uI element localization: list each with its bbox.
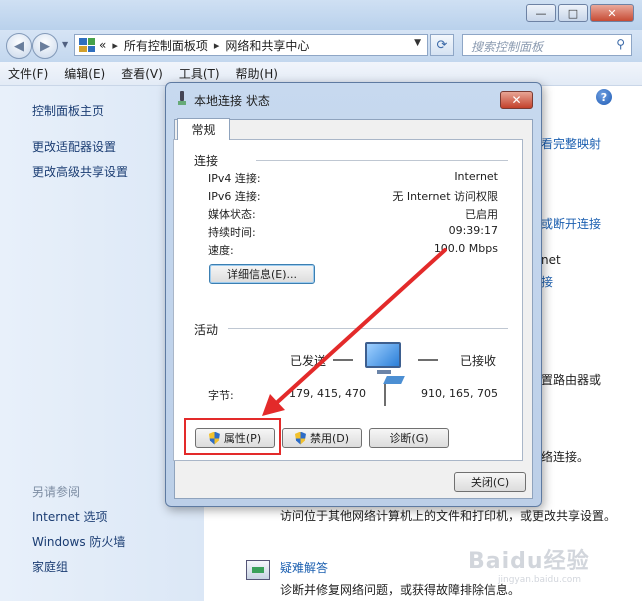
breadcrumb-overflow[interactable]: « xyxy=(99,38,106,52)
view-full-map-link[interactable]: 看完整映射 xyxy=(541,135,601,152)
connect-or-disconnect-link[interactable]: 或断开连接 xyxy=(541,215,601,232)
ipv4-label: IPv4 连接: xyxy=(208,172,261,185)
chevron-down-icon[interactable]: ▼ xyxy=(414,38,421,48)
homegroup-link[interactable]: 家庭组 xyxy=(32,558,68,575)
menu-help[interactable]: 帮助(H) xyxy=(234,65,280,82)
media-state-value: 已启用 xyxy=(465,208,498,221)
duration-value: 09:39:17 xyxy=(448,224,498,237)
duration-label: 持续时间: xyxy=(208,226,256,239)
troubleshoot-icon xyxy=(246,560,270,580)
troubleshoot-link[interactable]: 疑难解答 xyxy=(280,559,328,576)
local-connection-link[interactable]: 接 xyxy=(541,273,553,290)
ipv6-value: 无 Internet 访问权限 xyxy=(392,190,498,203)
breadcrumb-network-center[interactable]: 网络和共享中心 xyxy=(225,37,309,54)
menu-file[interactable]: 文件(F) xyxy=(6,65,50,82)
watermark: Baidu经验 jingyan.baidu.com xyxy=(468,543,590,585)
connect-network-text: 络连接。 xyxy=(541,450,590,464)
control-panel-home-link[interactable]: 控制面板主页 xyxy=(32,102,104,119)
network-activity-icon xyxy=(365,342,405,386)
connection-group-label: 连接 xyxy=(194,154,219,168)
close-button-label: 关闭(C) xyxy=(470,476,510,489)
setup-router-text: 置路由器或 xyxy=(541,373,602,387)
window-controls: — □ ✕ xyxy=(526,4,634,22)
close-icon: ✕ xyxy=(511,93,522,107)
sent-line xyxy=(333,359,353,361)
menu-edit[interactable]: 编辑(E) xyxy=(62,65,107,82)
breadcrumb-separator[interactable]: ▸ xyxy=(214,39,220,52)
diagnose-button-label: 诊断(G) xyxy=(389,432,429,445)
forward-button[interactable]: ▶ xyxy=(32,33,58,59)
internet-options-link[interactable]: Internet 选项 xyxy=(32,508,107,525)
search-icon[interactable]: ⚲ xyxy=(616,37,625,51)
uac-shield-icon xyxy=(295,432,306,445)
activity-group-label: 活动 xyxy=(194,323,219,337)
back-button[interactable]: ◀ xyxy=(6,33,32,59)
sent-label: 已发送 xyxy=(290,354,327,368)
refresh-button[interactable]: ⟳ xyxy=(430,34,454,56)
minimize-button[interactable]: — xyxy=(526,4,556,22)
menu-view[interactable]: 查看(V) xyxy=(119,65,165,82)
details-button-label: 详细信息(E)... xyxy=(226,268,298,281)
change-adapter-settings-link[interactable]: 更改适配器设置 xyxy=(32,138,116,155)
activity-divider xyxy=(384,384,386,406)
maximize-icon: □ xyxy=(567,6,579,20)
ipv4-value: Internet xyxy=(454,170,498,183)
arrow-left-icon: ◀ xyxy=(14,38,24,54)
dialog-title: 本地连接 状态 xyxy=(194,94,270,108)
properties-highlight-box xyxy=(184,418,281,455)
access-type-value: net xyxy=(541,253,561,267)
disable-button[interactable]: 禁用(D) xyxy=(282,428,362,448)
breadcrumb-separator[interactable]: ▸ xyxy=(112,39,118,52)
search-placeholder: 搜索控制面板 xyxy=(471,40,544,54)
received-label: 已接收 xyxy=(460,354,497,368)
search-box[interactable]: 搜索控制面板 ⚲ xyxy=(462,34,632,56)
window-titlebar: — □ ✕ xyxy=(0,0,642,30)
menu-tools[interactable]: 工具(T) xyxy=(177,65,222,82)
bytes-received-value: 910, 165, 705 xyxy=(421,387,498,400)
activity-group-rule xyxy=(228,328,508,329)
arrow-right-icon: ▶ xyxy=(40,38,50,54)
see-also-heading: 另请参阅 xyxy=(32,485,81,499)
change-advanced-sharing-link[interactable]: 更改高级共享设置 xyxy=(32,163,128,180)
speed-label: 速度: xyxy=(208,244,234,257)
tab-general[interactable]: 常规 xyxy=(177,118,230,140)
breadcrumb-all-items[interactable]: 所有控制面板项 xyxy=(124,37,208,54)
recent-pages-dropdown[interactable]: ▼ xyxy=(62,40,68,49)
diagnose-button[interactable]: 诊断(G) xyxy=(369,428,449,448)
received-line xyxy=(418,359,438,361)
connection-group-rule xyxy=(256,160,508,161)
close-window-button[interactable]: ✕ xyxy=(590,4,634,22)
dialog-close-action-button[interactable]: 关闭(C) xyxy=(454,472,526,492)
dialog-close-button[interactable]: ✕ xyxy=(500,91,533,109)
disable-button-label: 禁用(D) xyxy=(309,432,350,445)
bytes-label: 字节: xyxy=(208,389,234,402)
network-adapter-icon xyxy=(178,91,186,107)
watermark-text: Baidu经验 xyxy=(468,549,590,574)
address-bar[interactable]: « ▸ 所有控制面板项 ▸ 网络和共享中心 ▼ xyxy=(74,34,428,56)
ipv6-label: IPv6 连接: xyxy=(208,190,261,203)
bytes-sent-value: 179, 415, 470 xyxy=(289,387,366,400)
minimize-icon: — xyxy=(535,6,547,20)
sharing-options-text: 访问位于其他网络计算机上的文件和打印机，或更改共享设置。 xyxy=(280,509,617,523)
maximize-button[interactable]: □ xyxy=(558,4,588,22)
speed-value: 100.0 Mbps xyxy=(433,242,498,255)
watermark-url: jingyan.baidu.com xyxy=(498,575,582,585)
help-icon[interactable]: ? xyxy=(596,89,612,105)
control-panel-icon xyxy=(79,38,95,52)
details-button[interactable]: 详细信息(E)... xyxy=(209,264,315,284)
windows-firewall-link[interactable]: Windows 防火墙 xyxy=(32,533,125,550)
media-state-label: 媒体状态: xyxy=(208,208,256,221)
close-icon: ✕ xyxy=(607,6,617,20)
refresh-icon: ⟳ xyxy=(436,37,448,53)
address-toolbar: ◀ ▶ ▼ « ▸ 所有控制面板项 ▸ 网络和共享中心 ▼ ⟳ 搜索控制面板 ⚲ xyxy=(0,30,642,62)
